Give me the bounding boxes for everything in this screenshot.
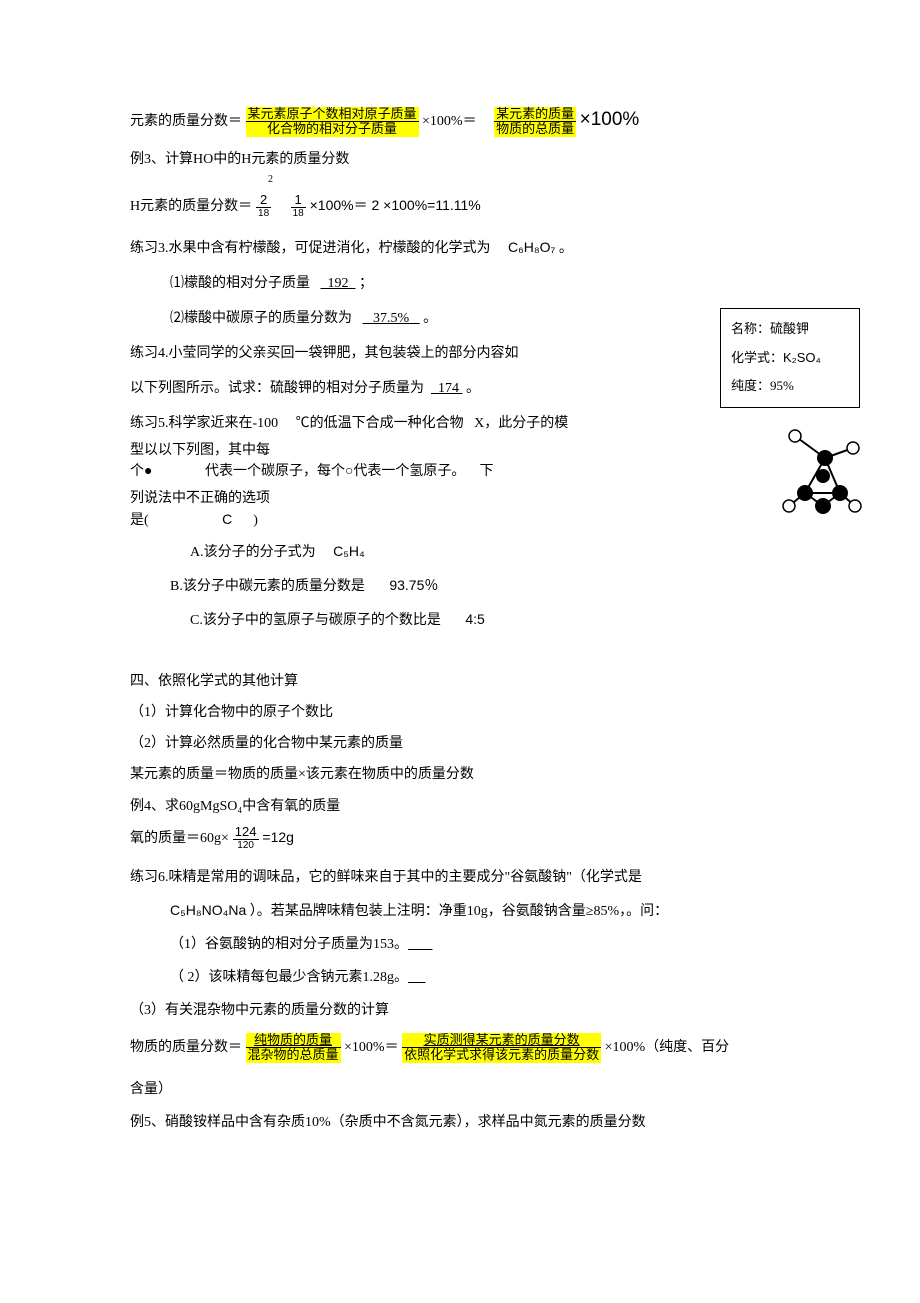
example-4-calc: 氧的质量＝60g× 124 120 =12g (130, 825, 790, 851)
answer-375: 37.5% (363, 311, 420, 326)
practice-6-l2: C₅H₈NO₄Na ）。若某品牌味精包装上注明：净重10g，谷氨酸钠含量≥85%… (130, 900, 790, 922)
practice-5-c: C.该分子中的氢原子与碳原子的个数比是 4:5 (130, 609, 790, 631)
practice-3-q1: ⑴檬酸的相对分子质量 192 ； (130, 273, 790, 294)
mass-fraction-formula: 元素的质量分数＝ 某元素原子个数相对原子质量 化合物的相对分子质量 ×100%＝… (130, 106, 790, 137)
box-formula: 化学式：K₂SO₄ (731, 344, 849, 373)
practice-5-l1: 练习5.科学家近来在-100 ℃的低温下合成一种化合物 X，此分子的模 (130, 413, 790, 434)
practice-5-a: A.该分子的分子式为 C₅H₄ (130, 541, 790, 563)
molecule-icon (775, 418, 865, 528)
example-4: 例4、求60gMgSO₄中含有氧的质量 (130, 795, 790, 817)
example-3-calc: H元素的质量分数＝ 2 18 1 18 ×100%＝ 2 ×100%=11.11… (130, 193, 790, 219)
section-4-i2: （2）计算必然质量的化合物中某元素的质量 (130, 733, 790, 754)
practice-6-q2: （ 2）该味精每包最少含钠元素1.28g。 (130, 967, 790, 988)
box-name: 名称：硫酸钾 (731, 315, 849, 344)
eq1-tail: ×100% (580, 109, 640, 130)
answer-174: 174 (431, 381, 463, 396)
answer-192: 192 (321, 276, 356, 291)
practice-6-l1: 练习6.味精是常用的调味品，它的鲜味来自于其中的主要成分"谷氨酸钠"（化学式是 (130, 867, 790, 888)
eq2-frac1: 纯物质的质量 混杂物的总质量 (246, 1033, 341, 1063)
practice-5-l2: 型以以下列图，其中每 个● 代表一个碳原子，每个○代表一个氢原子。 下 (130, 440, 790, 482)
molecule-diagram (775, 418, 865, 535)
practice-3-q2: ⑵檬酸中碳原子的质量分数为 37.5% 。 (130, 308, 790, 329)
subscript-2: 2 (130, 172, 790, 187)
section-4-formula: 某元素的质量＝物质的质量×该元素在物质中的质量分数 (130, 764, 790, 785)
eq2-tail2: 含量） (130, 1079, 790, 1100)
fertilizer-info-box: 名称：硫酸钾 化学式：K₂SO₄ 纯度：95% (720, 308, 860, 408)
eq1-frac2: 某元素的质量 物质的总质量 (494, 107, 576, 137)
ex4-frac: 124 120 (233, 825, 259, 851)
eq1-lhs: 元素的质量分数＝ (130, 114, 242, 129)
practice-4-l2: 以下列图所示。试求：硫酸钾的相对分子质量为 174 。 (130, 378, 790, 399)
practice-5-l3: 列说法中不正确的选项 是( C ) (130, 488, 790, 531)
practice-6-q1: （1）谷氨酸钠的相对分子质量为153。 (130, 934, 790, 955)
practice-5-b: B.该分子中碳元素的质量分数是 93.75％ (130, 575, 790, 597)
box-purity: 纯度：95% (731, 372, 849, 401)
practice-3: 练习3.水果中含有柠檬酸，可促进消化，柠檬酸的化学式为 C₆H₈O₇ 。 (130, 237, 790, 259)
section-3-i3: （3）有关混杂物中元素的质量分数的计算 (130, 1000, 790, 1021)
practice-4-l1: 练习4.小莹同学的父亲买回一袋钾肥，其包装袋上的部分内容如 (130, 343, 790, 364)
section-4-head: 四、依照化学式的其他计算 (130, 671, 790, 692)
ex3-frac1b: 1 18 (291, 193, 306, 219)
eq1-frac1: 某元素原子个数相对原子质量 化合物的相对分子质量 (246, 107, 419, 137)
eq1-mid: ×100%＝ (422, 114, 477, 129)
eq2-frac2: 实质测得某元素的质量分数 依照化学式求得该元素的质量分数 (402, 1033, 601, 1063)
section-4-i1: （1）计算化合物中的原子个数比 (130, 702, 790, 723)
ex3-frac1: 2 18 (256, 193, 271, 219)
substance-fraction-formula: 物质的质量分数＝ 纯物质的质量 混杂物的总质量 ×100%＝ 实质测得某元素的质… (130, 1033, 790, 1063)
example-5: 例5、硝酸铵样品中含有杂质10%（杂质中不含氮元素），求样品中氮元素的质量分数 (130, 1112, 790, 1133)
example-3-title: 例3、计算HO中的H元素的质量分数 (130, 149, 790, 170)
